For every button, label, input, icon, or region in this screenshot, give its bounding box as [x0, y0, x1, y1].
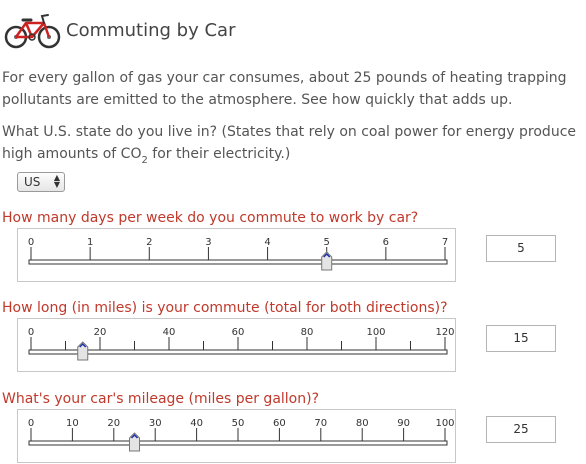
mileage-slider-track: 0 10 20 30 40 50 60 70 80 90 100	[28, 418, 455, 452]
days-track-bar	[28, 259, 448, 265]
mileage-tick-label: 80	[356, 418, 369, 429]
days-tick-label: 0	[28, 237, 34, 248]
days-value-field[interactable]: 5	[486, 235, 556, 262]
days-tick-label: 3	[205, 237, 211, 248]
state-select-value: US	[24, 175, 41, 189]
state-select[interactable]: US ▲ ▼	[17, 172, 65, 192]
commute-length-value-field[interactable]: 15	[486, 325, 556, 352]
days-tick-label: 6	[383, 237, 389, 248]
mileage-value-field[interactable]: 25	[486, 416, 556, 443]
mileage-slider[interactable]: 0 10 20 30 40 50 60 70 80 90 100	[17, 409, 456, 463]
days-slider-thumb[interactable]	[321, 251, 333, 271]
mileage-track-bar	[28, 440, 448, 446]
commute-length-tick-label: 20	[94, 327, 107, 338]
days-slider-track: 0 1 2 3 4 5 6 7	[28, 237, 448, 271]
mileage-tick-label: 0	[28, 418, 34, 429]
state-question-text-end: for their electricity.)	[147, 146, 291, 162]
commute-length-tick-label: 0	[28, 327, 34, 338]
mileage-tick-label: 60	[273, 418, 286, 429]
bicycle-icon	[4, 14, 61, 49]
commute-length-tick-label: 40	[163, 327, 176, 338]
commute-length-slider-thumb[interactable]	[77, 341, 89, 361]
days-question: How many days per week do you commute to…	[2, 210, 419, 226]
mileage-tick-label: 30	[149, 418, 162, 429]
state-question: What U.S. state do you live in? (States …	[2, 121, 584, 172]
mileage-tick-label: 100	[435, 418, 454, 429]
days-tick-label: 2	[146, 237, 152, 248]
mileage-slider-thumb[interactable]	[129, 432, 140, 452]
commute-length-question: How long (in miles) is your commute (tot…	[2, 300, 448, 316]
commute-length-tick-label: 80	[301, 327, 314, 338]
mileage-tick-label: 20	[107, 418, 120, 429]
commute-length-tick-label: 100	[366, 327, 385, 338]
days-tick-label: 5	[324, 237, 330, 248]
updown-arrows-icon: ▲ ▼	[53, 173, 60, 189]
mileage-tick-label: 70	[314, 418, 327, 429]
days-slider[interactable]: 0 1 2 3 4 5 6 7	[17, 228, 456, 282]
commute-length-slider-track: 0 20 40 60 80 100 120	[28, 327, 455, 361]
mileage-tick-label: 90	[397, 418, 410, 429]
mileage-tick-label: 40	[190, 418, 203, 429]
mileage-tick-label: 50	[232, 418, 245, 429]
commute-length-track-bar	[28, 349, 448, 355]
commute-length-slider[interactable]: 0 20 40 60 80 100 120	[17, 318, 456, 372]
days-tick-label: 4	[264, 237, 270, 248]
mileage-tick-label: 10	[66, 418, 79, 429]
days-tick-label: 1	[87, 237, 93, 248]
intro-text: For every gallon of gas your car consume…	[2, 70, 567, 108]
mileage-question: What's your car's mileage (miles per gal…	[2, 391, 320, 407]
commute-length-tick-label: 60	[232, 327, 245, 338]
commute-length-tick-label: 120	[435, 327, 454, 338]
days-tick-label: 7	[442, 237, 448, 248]
page-title: Commuting by Car	[66, 20, 236, 41]
